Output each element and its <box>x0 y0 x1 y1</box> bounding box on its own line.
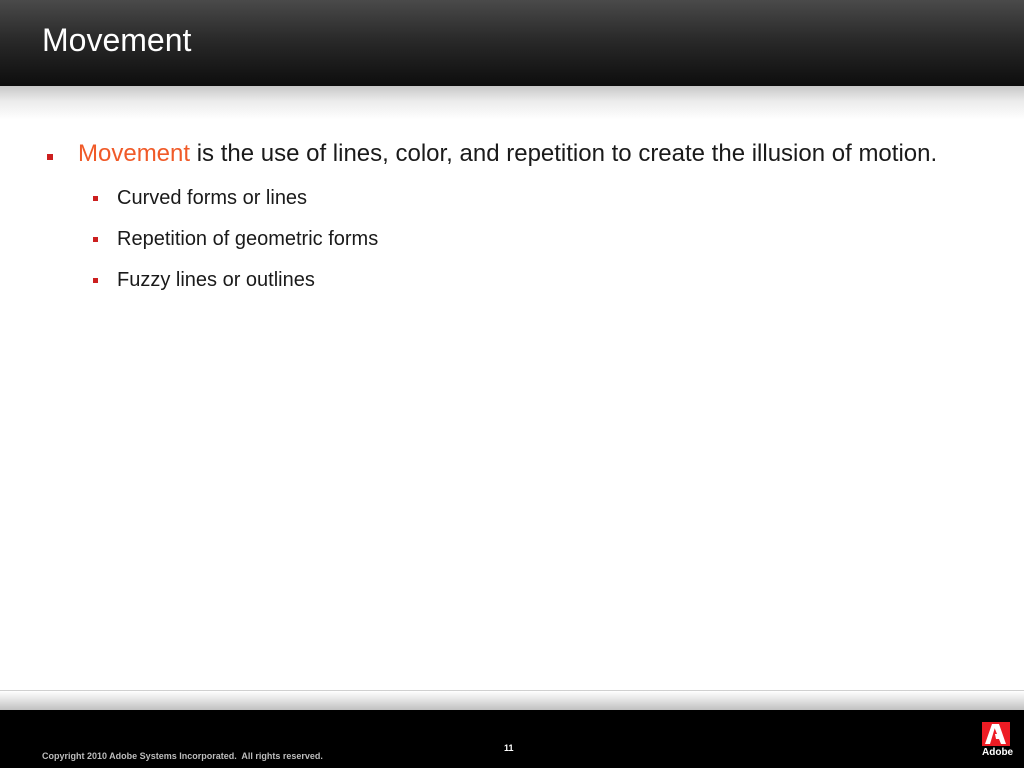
sub-bullet-item: Repetition of geometric forms <box>0 226 1024 252</box>
slide-content: Movement is the use of lines, color, and… <box>0 138 1024 308</box>
slide-title: Movement <box>42 22 192 58</box>
adobe-logo: Adobe <box>982 722 1014 762</box>
sub-bullet-text: Curved forms or lines <box>117 187 308 209</box>
sub-bullet-item: Fuzzy lines or outlines <box>0 267 1024 293</box>
sub-bullet-text: Fuzzy lines or outlines <box>117 269 315 291</box>
square-bullet-icon <box>93 278 98 283</box>
adobe-logo-icon <box>982 722 1010 746</box>
copyright-notice: Copyright 2010 Adobe Systems Incorporate… <box>42 751 323 761</box>
bullet-item: Movement is the use of lines, color, and… <box>0 138 1024 170</box>
adobe-logo-text: Adobe <box>982 747 1014 758</box>
bullet-text: is the use of lines, color, and repetiti… <box>190 140 938 167</box>
title-bar-shadow <box>0 86 1024 120</box>
slide: Movement Movement is the use of lines, c… <box>0 0 1024 768</box>
page-number: 11 <box>504 743 514 753</box>
square-bullet-icon <box>93 237 98 242</box>
sub-bullet-item: Curved forms or lines <box>0 185 1024 211</box>
square-bullet-icon <box>93 196 98 201</box>
sub-bullet-text: Repetition of geometric forms <box>117 228 379 250</box>
footer-divider <box>0 690 1024 711</box>
highlighted-term: Movement <box>78 140 191 167</box>
square-bullet-icon <box>47 154 53 160</box>
title-bar: Movement <box>0 0 1024 86</box>
sub-bullet-list: Curved forms or lines Repetition of geom… <box>0 185 1024 293</box>
footer-bar: Copyright 2010 Adobe Systems Incorporate… <box>0 710 1024 768</box>
